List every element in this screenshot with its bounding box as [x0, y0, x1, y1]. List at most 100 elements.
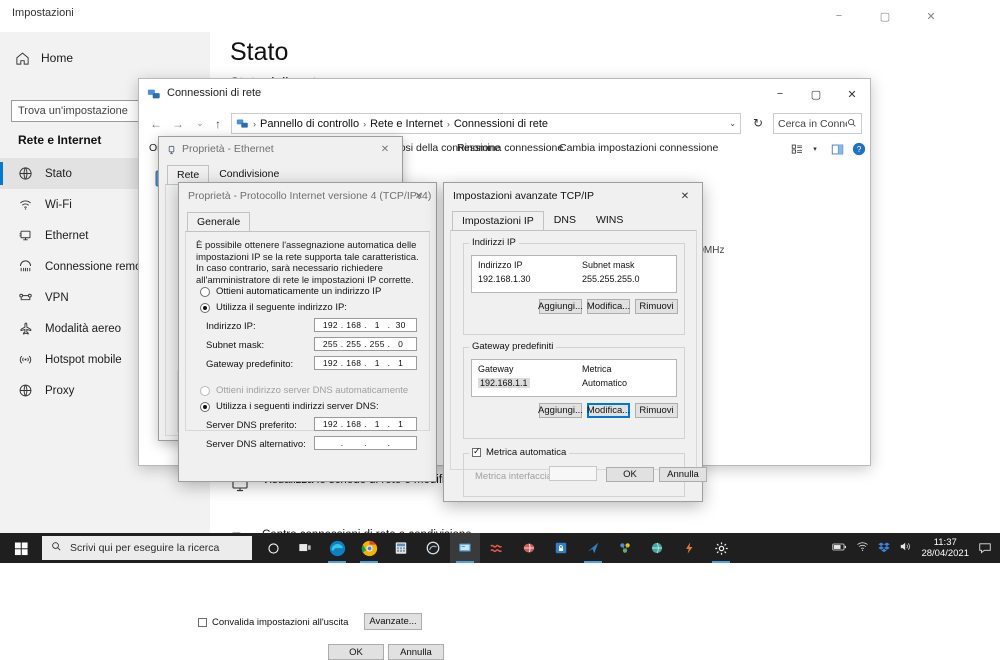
input-indirizzo-ip[interactable]: 192. 168. 1. 30 — [314, 318, 417, 332]
octet[interactable]: 192 — [320, 320, 341, 330]
input-dns-alternativo[interactable]: . . . — [314, 436, 417, 450]
remote-desktop-icon[interactable] — [450, 533, 480, 563]
octet[interactable]: 192 — [320, 358, 341, 368]
table-row-metric[interactable]: Automatico — [582, 378, 627, 388]
up-button[interactable]: ↑ — [209, 115, 227, 132]
octet[interactable]: 1 — [390, 419, 411, 429]
cortana-icon[interactable] — [258, 533, 288, 563]
tab-impostazioni-ip[interactable]: Impostazioni IP — [452, 211, 544, 231]
ethernet-dialog-close-button[interactable]: ✕ — [372, 140, 398, 159]
radio-auto-ip[interactable]: Ottieni automaticamente un indirizzo IP — [200, 286, 381, 297]
breadcrumb[interactable]: › Pannello di controllo › Rete e Interne… — [231, 113, 741, 134]
security-icon[interactable] — [546, 533, 576, 563]
explorer-close-button[interactable]: ✕ — [834, 79, 870, 109]
advanced-dialog-close-button[interactable]: ✕ — [672, 187, 698, 206]
octet[interactable]: 255 — [367, 339, 388, 349]
advanced-ok-button[interactable]: OK — [606, 467, 654, 482]
table-row-mask[interactable]: 255.255.255.0 — [582, 274, 640, 284]
editor-icon[interactable] — [482, 533, 512, 563]
globe-app-icon[interactable] — [642, 533, 672, 563]
breadcrumb-segment-control-panel[interactable]: Pannello di controllo — [260, 118, 359, 130]
advanced-cancel-button[interactable]: Annulla — [659, 467, 707, 482]
radio-manual-ip[interactable]: Utilizza il seguente indirizzo IP: — [200, 302, 347, 313]
ip-edit-button[interactable]: Modifica... — [587, 299, 630, 314]
checkbox[interactable] — [198, 618, 207, 627]
help-icon[interactable]: ? — [851, 141, 867, 157]
octet[interactable]: 168 — [343, 358, 364, 368]
gateway-remove-button[interactable]: Rimuovi — [635, 403, 678, 418]
gateway-add-button[interactable]: Aggiungi... — [538, 403, 583, 418]
forward-button[interactable]: → — [169, 115, 187, 132]
table-row-gateway[interactable]: 192.168.1.1 — [478, 378, 530, 388]
toolbar-rename[interactable]: Rinomina connessione — [457, 142, 563, 154]
toolbar-change-settings[interactable]: Cambia impostazioni connessione — [559, 142, 718, 154]
explorer-maximize-button[interactable]: ▢ — [798, 79, 834, 109]
preview-pane-icon[interactable] — [829, 141, 845, 157]
taskbar-clock[interactable]: 11:37 28/04/2021 — [921, 537, 969, 559]
input-gateway[interactable]: 192. 168. 1. 1 — [314, 356, 417, 370]
battery-icon[interactable] — [832, 542, 847, 555]
radio-button[interactable] — [200, 286, 210, 297]
explorer-minimize-button[interactable]: − — [762, 79, 798, 109]
paint-icon[interactable] — [418, 533, 448, 563]
ipv4-ok-button[interactable]: OK — [328, 644, 384, 660]
volume-icon[interactable] — [899, 541, 912, 555]
octet[interactable]: 168 — [343, 320, 364, 330]
radio-auto-dns[interactable]: Ottieni indirizzo server DNS automaticam… — [200, 385, 408, 396]
taskbar-search-input[interactable]: Scrivi qui per eseguire la ricerca — [42, 536, 252, 560]
filezilla-icon[interactable] — [578, 533, 608, 563]
chevron-down-icon[interactable]: ⌄ — [729, 119, 736, 128]
tab-wins[interactable]: WINS — [586, 210, 633, 230]
view-layout-icon[interactable] — [789, 141, 805, 157]
advanced-button[interactable]: Avanzate... — [364, 613, 422, 630]
gateways-listbox[interactable]: Gateway Metrica 192.168.1.1 Automatico — [471, 359, 677, 397]
octet[interactable]: 1 — [367, 320, 388, 330]
breadcrumb-segment-network-internet[interactable]: Rete e Internet — [370, 118, 443, 130]
octet[interactable]: 1 — [390, 358, 411, 368]
checkbox-metrica-automatica[interactable]: Metrica automatica — [469, 446, 570, 458]
input-subnet-mask[interactable]: 255. 255. 255. 0 — [314, 337, 417, 351]
ip-add-button[interactable]: Aggiungi... — [538, 299, 583, 314]
recent-locations-button[interactable]: ⌄ — [191, 115, 209, 132]
octet[interactable]: 30 — [390, 320, 411, 330]
sidebar-item-home[interactable]: Home — [8, 44, 198, 72]
ipv4-dialog-close-button[interactable]: ✕ — [406, 187, 432, 206]
network-tool-icon[interactable] — [514, 533, 544, 563]
radio-manual-dns[interactable]: Utilizza i seguenti indirizzi server DNS… — [200, 401, 379, 412]
ip-remove-button[interactable]: Rimuovi — [635, 299, 678, 314]
ipv4-cancel-button[interactable]: Annulla — [388, 644, 444, 660]
radio-button[interactable] — [200, 302, 210, 313]
wifi-icon[interactable] — [856, 541, 869, 555]
table-row-ip[interactable]: 192.168.1.30 — [478, 274, 531, 284]
tab-generale[interactable]: Generale — [187, 212, 251, 232]
flash-icon[interactable] — [674, 533, 704, 563]
explorer-search-input[interactable]: Cerca in Connessioni di rete — [773, 113, 862, 134]
radio-button[interactable] — [200, 385, 210, 396]
ip-addresses-listbox[interactable]: Indirizzo IP Subnet mask 192.168.1.30 25… — [471, 255, 677, 293]
tab-dns[interactable]: DNS — [544, 210, 586, 230]
radio-button[interactable] — [200, 401, 210, 412]
wireshark-icon[interactable] — [610, 533, 640, 563]
dropbox-icon[interactable] — [878, 541, 891, 556]
gateway-edit-button[interactable]: Modifica... — [587, 403, 630, 418]
octet[interactable]: 1 — [367, 358, 388, 368]
task-view-icon[interactable] — [290, 533, 320, 563]
settings-maximize-button[interactable]: ▢ — [862, 0, 908, 32]
calculator-icon[interactable] — [386, 533, 416, 563]
octet[interactable]: 0 — [390, 339, 411, 349]
windows-start-icon[interactable] — [0, 533, 42, 563]
notification-icon[interactable] — [978, 541, 992, 555]
refresh-button[interactable]: ↻ — [749, 114, 767, 132]
octet[interactable]: 168 — [343, 419, 364, 429]
chrome-icon[interactable] — [354, 533, 384, 563]
octet[interactable]: 1 — [367, 419, 388, 429]
back-button[interactable]: ← — [147, 115, 165, 132]
settings-minimize-button[interactable]: − — [816, 0, 862, 32]
edge-icon[interactable] — [322, 533, 352, 563]
input-metrica-interfaccia[interactable] — [549, 466, 597, 481]
octet[interactable]: 255 — [343, 339, 364, 349]
input-dns-preferito[interactable]: 192. 168. 1. 1 — [314, 417, 417, 431]
octet[interactable]: 192 — [320, 419, 341, 429]
checkbox[interactable] — [472, 446, 481, 457]
settings-gear-icon[interactable] — [706, 533, 736, 563]
